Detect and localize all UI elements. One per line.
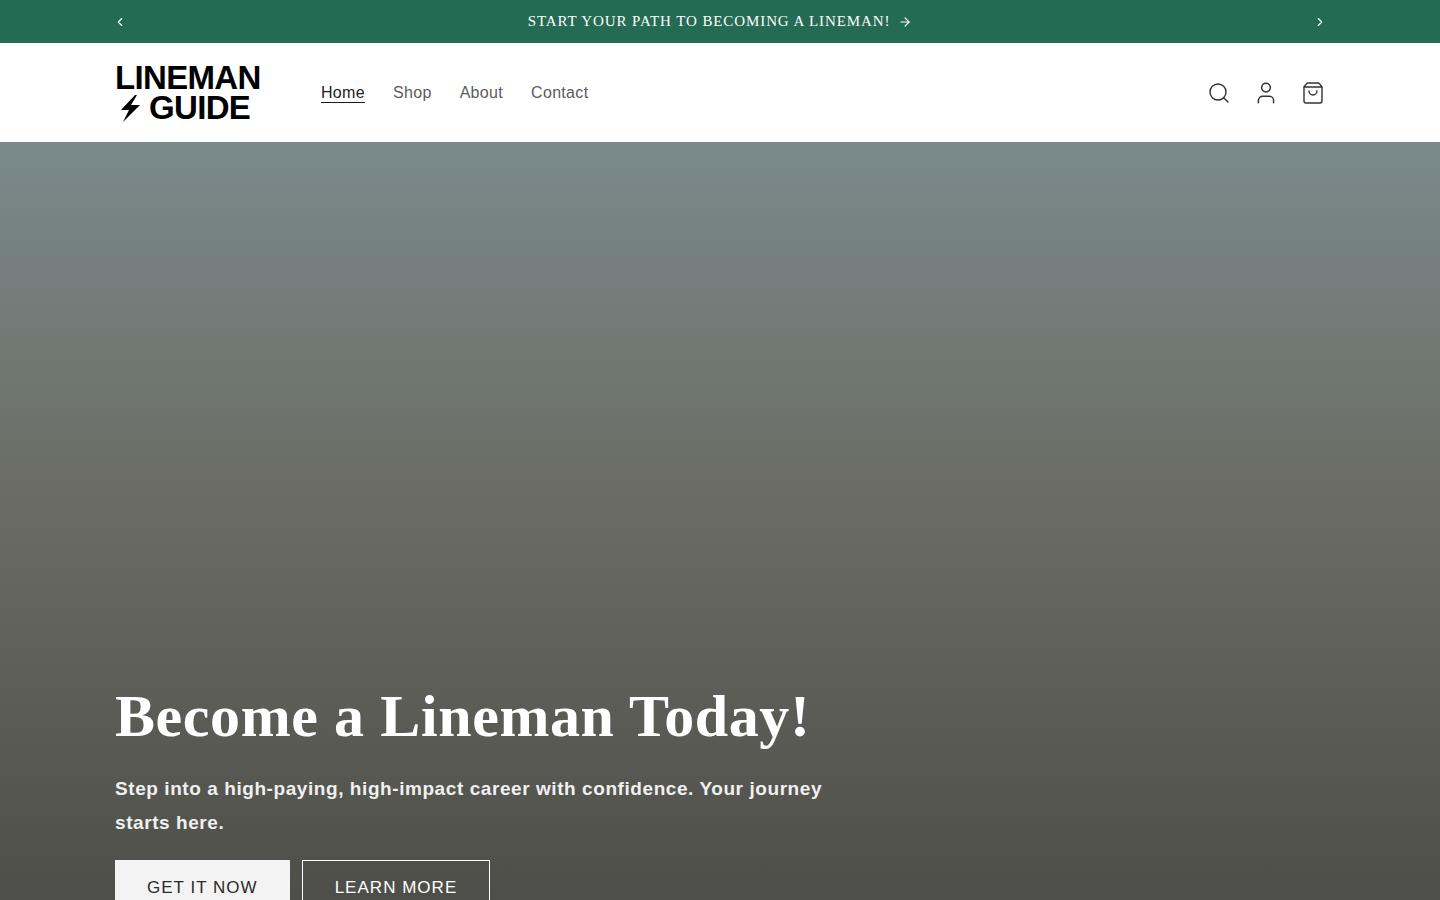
page: START YOUR PATH TO BECOMING A LINEMAN! LI… — [0, 0, 1440, 900]
nav-link[interactable]: About — [448, 73, 515, 113]
account-icon[interactable] — [1253, 80, 1279, 106]
logo[interactable]: LINEMANGUIDE — [115, 63, 275, 123]
hero-button[interactable]: LEARN MORE — [302, 860, 491, 900]
hero-button[interactable]: GET IT NOW — [115, 860, 290, 900]
cart-icon[interactable] — [1301, 81, 1325, 105]
main-nav: HomeShopAboutContact — [309, 73, 600, 113]
previous-announcement-icon[interactable] — [112, 14, 128, 30]
nav-link[interactable]: Home — [309, 73, 377, 113]
announcement-text: START YOUR PATH TO BECOMING A LINEMAN! — [528, 10, 891, 33]
announcement-link[interactable]: START YOUR PATH TO BECOMING A LINEMAN! — [528, 10, 913, 33]
hero-title: Become a Lineman Today! — [115, 680, 1325, 752]
logo-line2: GUIDE — [149, 93, 250, 123]
search-icon[interactable] — [1207, 81, 1231, 105]
header-icons — [1207, 80, 1325, 106]
nav-link[interactable]: Shop — [381, 73, 444, 113]
lightning-bolt-icon — [115, 93, 145, 123]
hero-buttons: GET IT NOW LEARN MORE — [115, 860, 1325, 900]
nav-link[interactable]: Contact — [519, 73, 600, 113]
next-announcement-icon[interactable] — [1312, 14, 1328, 30]
hero: Become a Lineman Today! Step into a high-… — [0, 142, 1440, 900]
hero-subtitle: Step into a high-paying, high-impact car… — [115, 772, 875, 840]
announcement-bar: START YOUR PATH TO BECOMING A LINEMAN! — [0, 0, 1440, 43]
logo-line1: LINEMAN — [115, 63, 275, 93]
arrow-right-icon — [898, 15, 912, 29]
site-header: LINEMANGUIDE HomeShopAboutContact — [0, 43, 1440, 142]
